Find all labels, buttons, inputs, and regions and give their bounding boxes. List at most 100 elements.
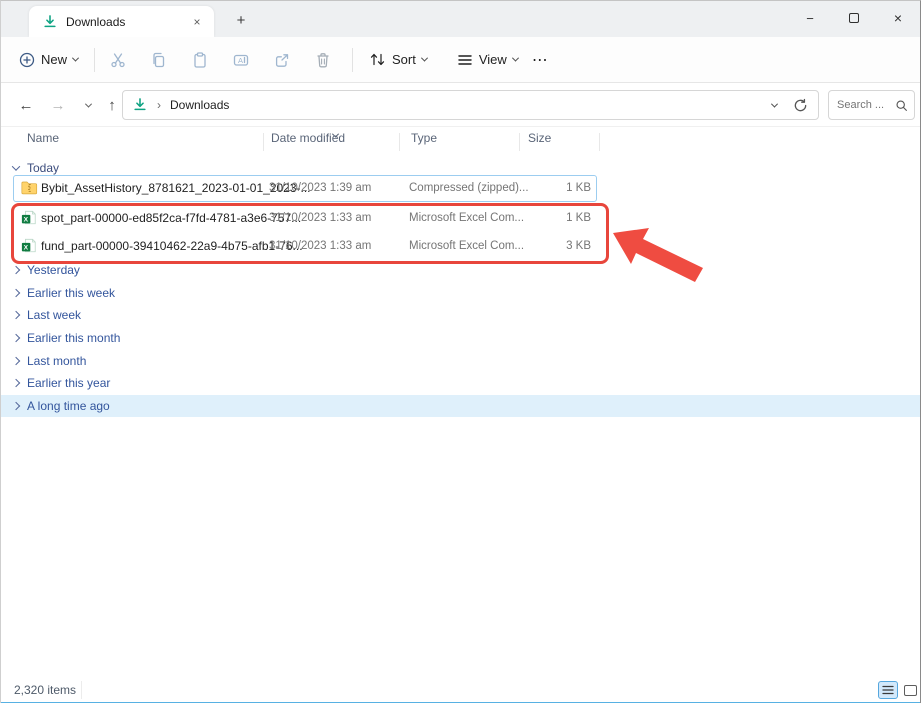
file-date-modified: 31/10/2023 1:33 am [269, 240, 371, 252]
column-separator[interactable] [399, 133, 400, 151]
file-row-bybit-zip[interactable]: Bybit_AssetHistory_8781621_2023-01-01_20… [1, 175, 920, 202]
new-button[interactable]: New [9, 43, 88, 77]
file-name: spot_part-00000-ed85f2ca-f7fd-4781-a3e6-… [41, 211, 301, 225]
navigation-bar: ← → ↑ › Downloads [1, 83, 920, 127]
file-size: 1 KB [511, 212, 591, 224]
group-label: Last month [27, 354, 86, 368]
sort-icon [369, 52, 386, 67]
paste-icon [191, 51, 209, 69]
file-type: Microsoft Excel Com... [409, 240, 524, 252]
plus-circle-icon [19, 52, 35, 68]
group-header-a-long-time-ago[interactable]: A long time ago [1, 395, 920, 417]
chevron-down-icon [512, 55, 519, 62]
items-count: 2,320 items [14, 683, 76, 697]
excel-icon: X [21, 210, 37, 226]
group-header-earlier-this-month[interactable]: Earlier this month [1, 327, 920, 349]
new-tab-button[interactable]: + [229, 9, 253, 31]
group-header-last-week[interactable]: Last week [1, 304, 920, 326]
svg-text:X: X [24, 245, 29, 252]
column-separator[interactable] [519, 133, 520, 151]
file-date-modified: 31/10/2023 1:33 am [269, 212, 371, 224]
group-label: Earlier this month [27, 331, 120, 345]
address-dropdown-chevron-icon[interactable] [771, 100, 778, 107]
address-bar[interactable]: › Downloads [122, 90, 819, 120]
search-icon [895, 99, 908, 112]
file-row-spot-csv[interactable]: X spot_part-00000-ed85f2ca-f7fd-4781-a3e… [1, 205, 920, 232]
chevron-right-icon [12, 357, 20, 365]
refresh-icon[interactable] [793, 98, 808, 113]
maximize-icon [849, 13, 859, 23]
group-header-earlier-this-year[interactable]: Earlier this year [1, 372, 920, 394]
group-label: Yesterday [27, 263, 80, 277]
breadcrumb-separator: › [157, 98, 161, 112]
sort-button-label: Sort [392, 52, 416, 67]
group-label: Today [27, 161, 59, 175]
svg-text:A: A [238, 56, 243, 65]
group-header-yesterday[interactable]: Yesterday [1, 259, 920, 281]
minimize-button[interactable]: − [788, 1, 832, 35]
column-header-size[interactable]: Size [528, 131, 551, 145]
maximize-button[interactable] [832, 1, 876, 35]
paste-button[interactable] [183, 43, 217, 77]
recent-locations-button[interactable] [75, 92, 101, 118]
column-header-type[interactable]: Type [411, 131, 437, 145]
download-icon [133, 98, 147, 112]
toolbar: New A [1, 37, 920, 83]
search-input[interactable] [837, 99, 895, 111]
view-list-icon [457, 53, 473, 67]
excel-icon: X [21, 238, 37, 254]
tab-close-icon[interactable]: × [188, 13, 206, 31]
group-header-earlier-this-week[interactable]: Earlier this week [1, 282, 920, 304]
cut-button[interactable] [101, 43, 135, 77]
view-button-label: View [479, 52, 507, 67]
column-separator[interactable] [263, 133, 264, 151]
share-button[interactable] [265, 43, 299, 77]
tab-label: Downloads [66, 15, 188, 29]
zip-folder-icon [21, 180, 38, 195]
download-icon [43, 15, 57, 29]
group-header-last-month[interactable]: Last month [1, 350, 920, 372]
toolbar-separator [352, 48, 353, 72]
close-button[interactable]: × [876, 1, 920, 35]
rename-icon: A [232, 51, 250, 69]
file-row-fund-csv[interactable]: X fund_part-00000-39410462-22a9-4b75-afb… [1, 233, 920, 260]
delete-button[interactable] [306, 43, 340, 77]
chevron-down-icon [421, 55, 428, 62]
back-button[interactable]: ← [13, 92, 39, 118]
more-options-button[interactable]: ⋯ [532, 50, 549, 70]
chevron-right-icon [12, 289, 20, 297]
chevron-down-icon [84, 100, 91, 107]
share-icon [273, 51, 291, 69]
chevron-right-icon [12, 402, 20, 410]
group-label: A long time ago [27, 399, 110, 413]
column-separator[interactable] [599, 133, 600, 151]
file-name: fund_part-00000-39410462-22a9-4b75-afb1-… [41, 239, 303, 253]
copy-icon [150, 51, 168, 69]
file-list: Name Date modified Type Size Today Bybit… [1, 127, 920, 677]
details-view-icon [882, 685, 894, 695]
search-box[interactable] [828, 90, 915, 120]
sort-button[interactable]: Sort [359, 43, 437, 77]
toolbar-separator [94, 48, 95, 72]
titlebar: Downloads × + − × [1, 1, 920, 37]
status-bar: 2,320 items [1, 679, 920, 702]
rename-button[interactable]: A [224, 43, 258, 77]
chevron-right-icon [12, 379, 20, 387]
tab-downloads[interactable]: Downloads × [29, 6, 214, 37]
column-header-date-modified[interactable]: Date modified [271, 131, 345, 145]
large-icons-view-toggle[interactable] [900, 681, 920, 699]
file-size: 3 KB [511, 240, 591, 252]
large-icons-view-icon [904, 685, 917, 696]
copy-button[interactable] [142, 43, 176, 77]
view-button[interactable]: View [447, 43, 528, 77]
file-size: 1 KB [511, 182, 591, 194]
forward-button[interactable]: → [45, 92, 71, 118]
breadcrumb[interactable]: Downloads [170, 98, 229, 112]
group-label: Earlier this year [27, 376, 110, 390]
chevron-down-icon [72, 55, 79, 62]
file-explorer-window: Downloads × + − × New [0, 0, 921, 703]
file-type: Microsoft Excel Com... [409, 212, 524, 224]
column-header-name[interactable]: Name [27, 131, 59, 145]
details-view-toggle[interactable] [878, 681, 898, 699]
chevron-right-icon [12, 266, 20, 274]
